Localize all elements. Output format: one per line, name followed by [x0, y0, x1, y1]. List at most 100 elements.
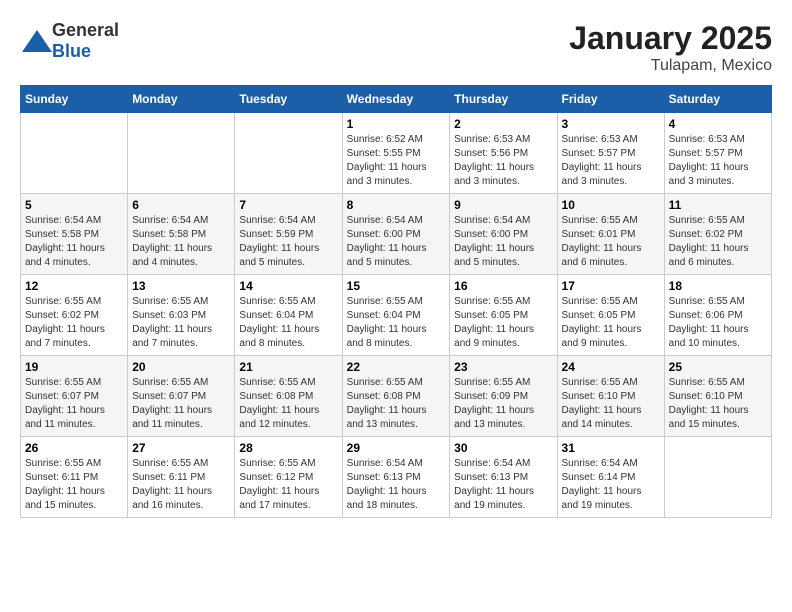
day-number: 29	[347, 441, 446, 455]
calendar-header-friday: Friday	[557, 86, 664, 113]
day-info: Sunrise: 6:52 AM Sunset: 5:55 PM Dayligh…	[347, 133, 446, 189]
day-info: Sunrise: 6:55 AM Sunset: 6:08 PM Dayligh…	[239, 376, 337, 432]
calendar-cell: 7 Sunrise: 6:54 AM Sunset: 5:59 PM Daylig…	[235, 194, 342, 275]
day-info: Sunrise: 6:55 AM Sunset: 6:05 PM Dayligh…	[454, 295, 552, 351]
day-number: 12	[25, 279, 123, 293]
calendar-cell: 29 Sunrise: 6:54 AM Sunset: 6:13 PM Dayli…	[342, 437, 450, 518]
day-info: Sunrise: 6:55 AM Sunset: 6:04 PM Dayligh…	[239, 295, 337, 351]
calendar-cell: 25Sunrise: 6:55 AM Sunset: 6:10 PM Dayli…	[664, 356, 771, 437]
day-number: 14	[239, 279, 337, 293]
calendar-cell: 2 Sunrise: 6:53 AM Sunset: 5:56 PM Daylig…	[450, 113, 557, 194]
day-number: 11	[669, 198, 767, 212]
calendar-cell: 14 Sunrise: 6:55 AM Sunset: 6:04 PM Dayli…	[235, 275, 342, 356]
day-number: 9	[454, 198, 552, 212]
calendar-cell: 12 Sunrise: 6:55 AM Sunset: 6:02 PM Dayli…	[21, 275, 128, 356]
logo-general: General	[52, 20, 119, 40]
calendar-cell: 27 Sunrise: 6:55 AM Sunset: 6:11 PM Dayli…	[128, 437, 235, 518]
day-number: 13	[132, 279, 230, 293]
calendar-header-row: SundayMondayTuesdayWednesdayThursdayFrid…	[21, 86, 772, 113]
day-number: 18	[669, 279, 767, 293]
calendar-cell: 11 Sunrise: 6:55 AM Sunset: 6:02 PM Dayli…	[664, 194, 771, 275]
day-info: Sunrise: 6:55 AM Sunset: 6:10 PM Dayligh…	[562, 376, 660, 432]
day-info: Sunrise: 6:53 AM Sunset: 5:57 PM Dayligh…	[562, 133, 660, 189]
day-info: Sunrise: 6:55 AM Sunset: 6:05 PM Dayligh…	[562, 295, 660, 351]
logo: General Blue	[20, 20, 119, 62]
day-number: 23	[454, 360, 552, 374]
day-number: 7	[239, 198, 337, 212]
calendar-week-row: 12 Sunrise: 6:55 AM Sunset: 6:02 PM Dayli…	[21, 275, 772, 356]
day-number: 17	[562, 279, 660, 293]
calendar-cell: 31 Sunrise: 6:54 AM Sunset: 6:14 PM Dayli…	[557, 437, 664, 518]
day-info: Sunrise: 6:53 AM Sunset: 5:57 PM Dayligh…	[669, 133, 767, 189]
day-info: Sunrise: 6:55 AM Sunset: 6:07 PM Dayligh…	[25, 376, 123, 432]
day-number: 21	[239, 360, 337, 374]
day-info: Sunrise: 6:55 AM Sunset: 6:06 PM Dayligh…	[669, 295, 767, 351]
calendar-cell: 6 Sunrise: 6:54 AM Sunset: 5:58 PM Daylig…	[128, 194, 235, 275]
calendar-cell: 9 Sunrise: 6:54 AM Sunset: 6:00 PM Daylig…	[450, 194, 557, 275]
day-info: Sunrise: 6:54 AM Sunset: 6:00 PM Dayligh…	[454, 214, 552, 270]
calendar-header-wednesday: Wednesday	[342, 86, 450, 113]
month-title: January 2025	[569, 20, 772, 57]
day-info: Sunrise: 6:55 AM Sunset: 6:02 PM Dayligh…	[25, 295, 123, 351]
day-info: Sunrise: 6:55 AM Sunset: 6:07 PM Dayligh…	[132, 376, 230, 432]
calendar-week-row: 1Sunrise: 6:52 AM Sunset: 5:55 PM Daylig…	[21, 113, 772, 194]
calendar-cell: 13 Sunrise: 6:55 AM Sunset: 6:03 PM Dayli…	[128, 275, 235, 356]
day-info: Sunrise: 6:55 AM Sunset: 6:11 PM Dayligh…	[132, 457, 230, 513]
calendar-table: SundayMondayTuesdayWednesdayThursdayFrid…	[20, 85, 772, 518]
day-info: Sunrise: 6:55 AM Sunset: 6:08 PM Dayligh…	[347, 376, 446, 432]
day-info: Sunrise: 6:54 AM Sunset: 6:13 PM Dayligh…	[454, 457, 552, 513]
logo-icon	[22, 30, 52, 52]
logo-text: General Blue	[52, 20, 119, 62]
day-number: 6	[132, 198, 230, 212]
calendar-week-row: 19 Sunrise: 6:55 AM Sunset: 6:07 PM Dayli…	[21, 356, 772, 437]
calendar-cell	[664, 437, 771, 518]
day-number: 31	[562, 441, 660, 455]
calendar-cell: 30Sunrise: 6:54 AM Sunset: 6:13 PM Dayli…	[450, 437, 557, 518]
calendar-cell: 15 Sunrise: 6:55 AM Sunset: 6:04 PM Dayli…	[342, 275, 450, 356]
day-number: 5	[25, 198, 123, 212]
calendar-cell: 17 Sunrise: 6:55 AM Sunset: 6:05 PM Dayli…	[557, 275, 664, 356]
day-number: 22	[347, 360, 446, 374]
calendar-cell: 28Sunrise: 6:55 AM Sunset: 6:12 PM Dayli…	[235, 437, 342, 518]
day-number: 27	[132, 441, 230, 455]
page-header: General Blue January 2025 Tulapam, Mexic…	[20, 20, 772, 75]
day-number: 10	[562, 198, 660, 212]
day-number: 15	[347, 279, 446, 293]
day-info: Sunrise: 6:55 AM Sunset: 6:03 PM Dayligh…	[132, 295, 230, 351]
calendar-header-thursday: Thursday	[450, 86, 557, 113]
calendar-header-sunday: Sunday	[21, 86, 128, 113]
day-number: 19	[25, 360, 123, 374]
day-number: 2	[454, 117, 552, 131]
calendar-cell: 18 Sunrise: 6:55 AM Sunset: 6:06 PM Dayli…	[664, 275, 771, 356]
calendar-cell: 23 Sunrise: 6:55 AM Sunset: 6:09 PM Dayli…	[450, 356, 557, 437]
day-info: Sunrise: 6:53 AM Sunset: 5:56 PM Dayligh…	[454, 133, 552, 189]
calendar-cell: 1Sunrise: 6:52 AM Sunset: 5:55 PM Daylig…	[342, 113, 450, 194]
day-number: 25	[669, 360, 767, 374]
day-info: Sunrise: 6:54 AM Sunset: 6:00 PM Dayligh…	[347, 214, 446, 270]
calendar-cell: 3Sunrise: 6:53 AM Sunset: 5:57 PM Daylig…	[557, 113, 664, 194]
day-info: Sunrise: 6:54 AM Sunset: 5:59 PM Dayligh…	[239, 214, 337, 270]
day-info: Sunrise: 6:54 AM Sunset: 6:14 PM Dayligh…	[562, 457, 660, 513]
calendar-cell	[128, 113, 235, 194]
calendar-cell: 22 Sunrise: 6:55 AM Sunset: 6:08 PM Dayli…	[342, 356, 450, 437]
location: Tulapam, Mexico	[569, 57, 772, 75]
day-info: Sunrise: 6:55 AM Sunset: 6:04 PM Dayligh…	[347, 295, 446, 351]
calendar-week-row: 26Sunrise: 6:55 AM Sunset: 6:11 PM Dayli…	[21, 437, 772, 518]
calendar-cell: 20 Sunrise: 6:55 AM Sunset: 6:07 PM Dayli…	[128, 356, 235, 437]
day-info: Sunrise: 6:55 AM Sunset: 6:09 PM Dayligh…	[454, 376, 552, 432]
day-number: 20	[132, 360, 230, 374]
day-number: 16	[454, 279, 552, 293]
day-info: Sunrise: 6:55 AM Sunset: 6:11 PM Dayligh…	[25, 457, 123, 513]
logo-blue: Blue	[52, 41, 91, 61]
calendar-cell: 4 Sunrise: 6:53 AM Sunset: 5:57 PM Daylig…	[664, 113, 771, 194]
calendar-cell	[21, 113, 128, 194]
day-number: 4	[669, 117, 767, 131]
day-info: Sunrise: 6:54 AM Sunset: 5:58 PM Dayligh…	[132, 214, 230, 270]
calendar-cell: 21 Sunrise: 6:55 AM Sunset: 6:08 PM Dayli…	[235, 356, 342, 437]
day-info: Sunrise: 6:55 AM Sunset: 6:02 PM Dayligh…	[669, 214, 767, 270]
title-block: January 2025 Tulapam, Mexico	[569, 20, 772, 75]
calendar-week-row: 5 Sunrise: 6:54 AM Sunset: 5:58 PM Daylig…	[21, 194, 772, 275]
day-info: Sunrise: 6:54 AM Sunset: 6:13 PM Dayligh…	[347, 457, 446, 513]
calendar-cell: 26Sunrise: 6:55 AM Sunset: 6:11 PM Dayli…	[21, 437, 128, 518]
calendar-cell: 8Sunrise: 6:54 AM Sunset: 6:00 PM Daylig…	[342, 194, 450, 275]
